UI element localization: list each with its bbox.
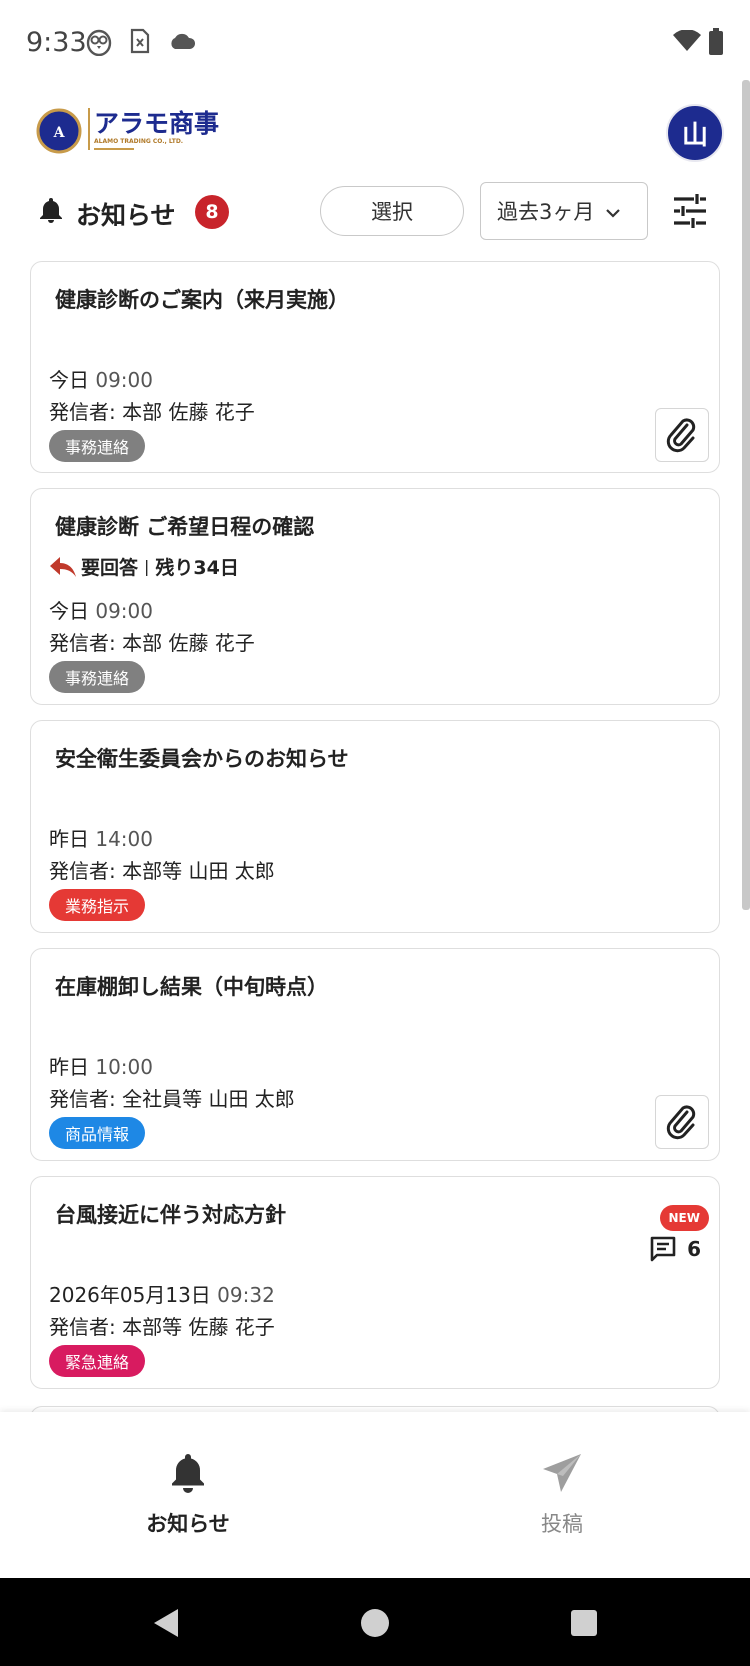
attachment-button[interactable] <box>655 408 709 462</box>
scrollbar[interactable] <box>742 80 750 910</box>
comment-count-value: 6 <box>687 1237 701 1261</box>
notice-date: 昨日 10:00 <box>49 1055 153 1079</box>
notice-sender: 発信者: 本部 佐藤 花子 <box>49 400 255 424</box>
new-badge: NEW <box>659 1205 709 1231</box>
recents-icon[interactable] <box>570 1609 598 1641</box>
system-navigation-bar <box>0 1578 750 1666</box>
reply-required-row: 要回答 | 残り34日 <box>49 553 239 580</box>
nav-notices-label: お知らせ <box>146 1512 230 1536</box>
battery-icon <box>708 28 724 60</box>
unread-count-badge: 8 <box>195 195 229 229</box>
category-tag: 緊急連絡 <box>49 1345 146 1377</box>
status-time: 9:33 <box>26 27 87 58</box>
logo-emblem-icon: A <box>36 108 82 154</box>
owl-notification-icon <box>86 28 112 60</box>
status-bar: 9:33 <box>0 0 750 92</box>
notice-sender: 発信者: 本部等 山田 太郎 <box>49 859 275 883</box>
category-tag: 業務指示 <box>49 889 146 921</box>
notice-card[interactable]: 台風接近に伴う対応方針 NEW 6 2026年05月13日 09:32 発信者:… <box>30 1176 720 1389</box>
filter-settings-icon[interactable] <box>672 194 708 232</box>
notice-date: 今日 09:00 <box>49 368 153 392</box>
notice-date: 昨日 14:00 <box>49 827 153 851</box>
notice-card[interactable]: 健康診断のご案内（来月実施） 今日 09:00 発信者: 本部 佐藤 花子 事務… <box>30 261 720 473</box>
notice-card[interactable]: 在庫棚卸し結果（中旬時点） 昨日 10:00 発信者: 全社員等 山田 太郎 商… <box>30 948 720 1161</box>
select-button[interactable]: 選択 <box>320 186 464 236</box>
category-tag: 事務連絡 <box>49 430 146 462</box>
nav-notices[interactable]: お知らせ <box>88 1452 288 1538</box>
notice-card[interactable]: 安全衛生委員会からのお知らせ 昨日 14:00 発信者: 本部等 山田 太郎 業… <box>30 720 720 933</box>
wifi-icon <box>672 29 702 56</box>
company-logo: A アラモ商事 ALAMO TRADING CO., LTD. <box>36 104 248 164</box>
send-paper-plane-icon <box>543 1454 581 1492</box>
period-dropdown[interactable]: 過去3ヶ月 <box>480 182 648 240</box>
notice-sender: 発信者: 全社員等 山田 太郎 <box>49 1087 295 1111</box>
reply-required-label: 要回答 <box>81 557 139 579</box>
back-icon[interactable] <box>152 1608 180 1642</box>
paperclip-icon <box>666 1105 696 1140</box>
notice-title: 健康診断 ご希望日程の確認 <box>55 515 315 539</box>
nav-post[interactable]: 投稿 <box>462 1452 662 1538</box>
paperclip-icon <box>666 418 696 453</box>
notice-title: 台風接近に伴う対応方針 <box>55 1203 286 1227</box>
comment-count[interactable]: 6 <box>649 1235 701 1263</box>
notice-sender: 発信者: 本部等 佐藤 花子 <box>49 1315 275 1339</box>
notice-title: 安全衛生委員会からのお知らせ <box>55 747 349 771</box>
user-avatar[interactable]: 山 <box>666 104 724 162</box>
home-icon[interactable] <box>360 1608 390 1642</box>
notice-card[interactable]: 健康診断 ご希望日程の確認 要回答 | 残り34日 今日 09:00 発信者: … <box>30 488 720 705</box>
logo-name: アラモ商事 <box>94 109 220 138</box>
sim-card-icon <box>130 28 150 58</box>
period-value: 過去3ヶ月 <box>497 200 595 224</box>
reply-arrow-icon <box>50 556 76 577</box>
comment-icon <box>650 1236 676 1262</box>
notice-title: 健康診断のご案内（来月実施） <box>55 288 349 312</box>
chevron-down-icon <box>606 199 621 223</box>
page-title: お知らせ <box>76 201 176 230</box>
logo-sub: ALAMO TRADING CO., LTD. <box>94 138 184 145</box>
notice-sender: 発信者: 本部 佐藤 花子 <box>49 631 255 655</box>
notice-date: 今日 09:00 <box>49 599 153 623</box>
bottom-navigation: お知らせ 投稿 <box>0 1412 750 1578</box>
logo-letter: A <box>53 125 66 141</box>
remaining-days: 残り34日 <box>155 557 239 579</box>
bell-icon <box>172 1454 204 1493</box>
notice-title: 在庫棚卸し結果（中旬時点） <box>55 975 328 999</box>
notice-date: 2026年05月13日 09:32 <box>49 1283 275 1307</box>
attachment-button[interactable] <box>655 1095 709 1149</box>
bell-icon <box>38 196 64 228</box>
cloud-icon <box>168 32 196 54</box>
category-tag: 事務連絡 <box>49 661 146 693</box>
category-tag: 商品情報 <box>49 1117 146 1149</box>
nav-post-label: 投稿 <box>541 1512 583 1536</box>
